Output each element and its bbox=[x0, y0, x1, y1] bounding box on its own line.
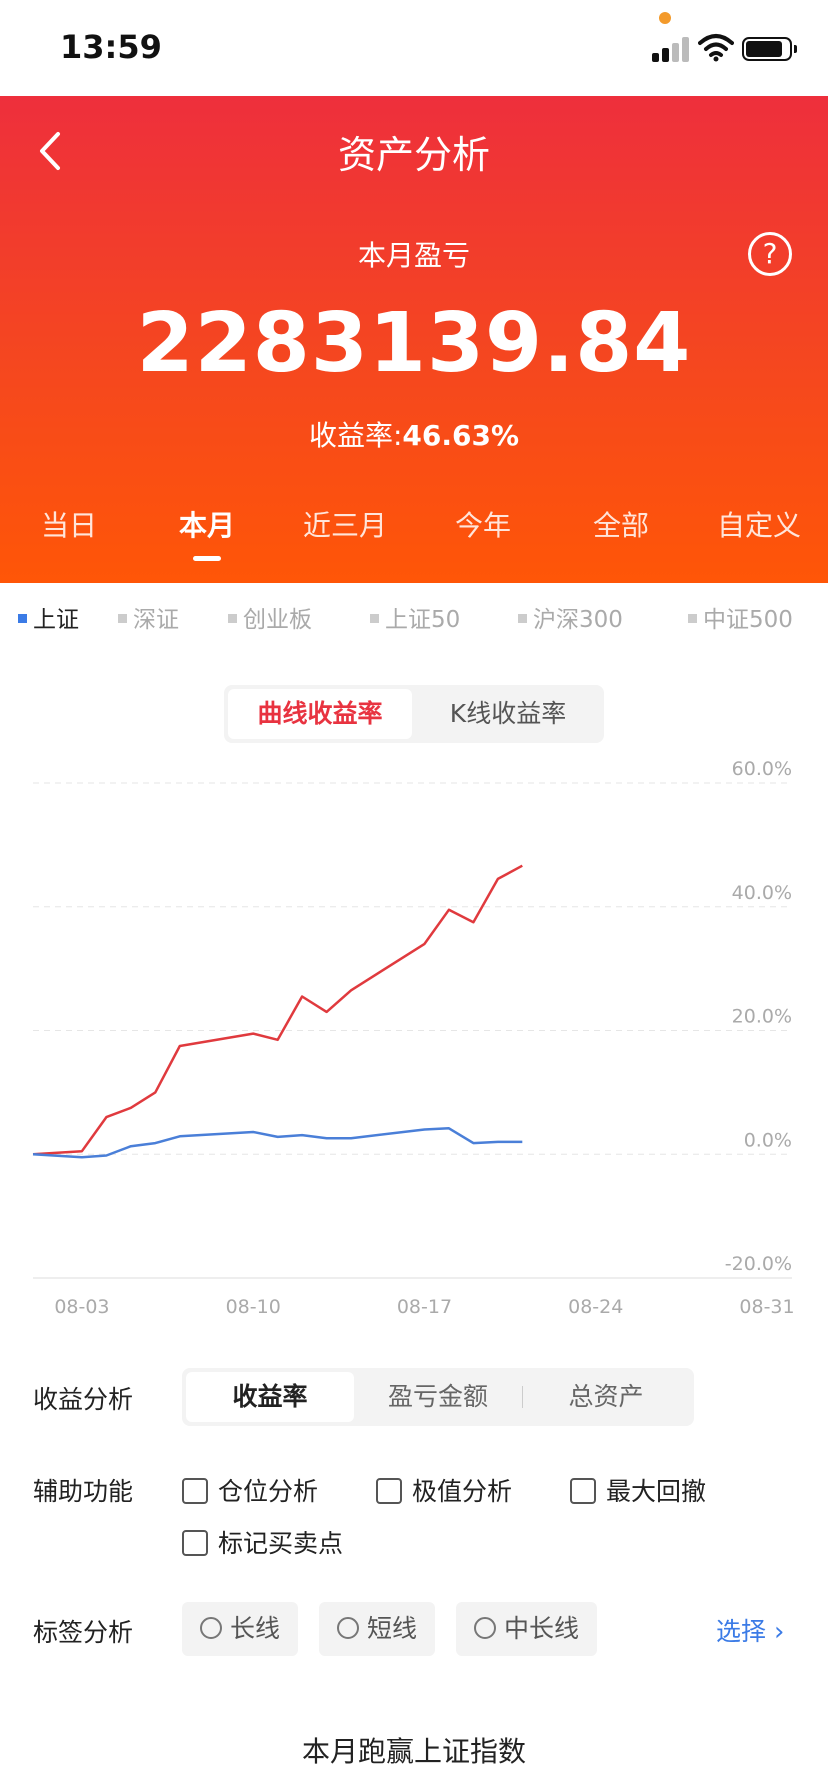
return-chart-svg: 60.0% 40.0% 20.0% 0.0% -20.0% 08-03 08-10 08-17… bbox=[32, 758, 795, 1318]
tab-label: 近三月 bbox=[302, 509, 387, 542]
legend-square-icon bbox=[688, 614, 697, 623]
tab-custom[interactable]: 自定义 bbox=[690, 504, 828, 544]
mark-trades-checkbox[interactable]: 标记买卖点 bbox=[182, 1524, 343, 1560]
period-tabs: 当日 本月 近三月 今年 全部 自定义 bbox=[0, 504, 828, 574]
tab-today[interactable]: 当日 bbox=[0, 504, 138, 544]
tab-label: 本月 bbox=[178, 509, 235, 542]
index-label: 沪深300 bbox=[533, 607, 623, 633]
tag-label: 短线 bbox=[367, 1614, 418, 1643]
index-label: 创业板 bbox=[243, 607, 312, 633]
y-tick-label: 0.0% bbox=[744, 1129, 792, 1151]
checkbox-label: 最大回撤 bbox=[606, 1477, 707, 1506]
tag-label: 中长线 bbox=[504, 1614, 580, 1643]
wifi-icon bbox=[698, 34, 734, 62]
cellular-signal-icon bbox=[652, 36, 690, 62]
profit-value: 2283139.84 bbox=[136, 296, 692, 391]
y-tick-label: 40.0% bbox=[732, 882, 792, 904]
position-analysis-checkbox[interactable]: 仓位分析 bbox=[182, 1472, 318, 1508]
checkbox-label: 仓位分析 bbox=[218, 1477, 319, 1506]
y-tick-label: 20.0% bbox=[732, 1006, 792, 1028]
kline-return-toggle[interactable]: K线收益率 bbox=[416, 689, 600, 739]
extreme-analysis-checkbox[interactable]: 极值分析 bbox=[376, 1472, 512, 1508]
radio-icon bbox=[337, 1617, 359, 1639]
index-return-line bbox=[32, 1127, 523, 1159]
tab-label: 自定义 bbox=[716, 509, 801, 542]
x-tick-label: 08-10 bbox=[226, 1296, 281, 1318]
index-label: 深证 bbox=[133, 607, 179, 633]
aux-functions-label: 辅助功能 bbox=[33, 1477, 134, 1506]
legend-square-icon bbox=[18, 614, 27, 623]
header: 资产分析 本月盈亏 ? 2283139.84 收益率:46.63% 当日 本月 … bbox=[0, 96, 828, 583]
tab-this-month[interactable]: 本月 bbox=[138, 504, 276, 561]
return-rate-value: 46.63% bbox=[402, 419, 520, 452]
status-bar: 13:59 bbox=[0, 0, 828, 96]
segment-total-assets[interactable]: 总资产 bbox=[522, 1372, 690, 1422]
index-label: 上证 bbox=[33, 607, 79, 633]
x-tick-label: 08-31 bbox=[739, 1296, 794, 1318]
status-time: 13:59 bbox=[60, 28, 162, 66]
radio-icon bbox=[474, 1617, 496, 1639]
x-tick-label: 08-17 bbox=[397, 1296, 452, 1318]
tab-label: 全部 bbox=[592, 509, 649, 542]
checkbox-icon bbox=[570, 1478, 596, 1504]
tag-mid-long-term[interactable]: 中长线 bbox=[456, 1602, 598, 1656]
radio-icon bbox=[200, 1617, 222, 1639]
select-label: 选择 bbox=[716, 1617, 767, 1646]
page-title: 资产分析 bbox=[337, 133, 490, 177]
x-tick-label: 08-03 bbox=[54, 1296, 109, 1318]
tag-long-term[interactable]: 长线 bbox=[182, 1602, 299, 1656]
period-profit-label: 本月盈亏 bbox=[357, 239, 470, 272]
tab-all[interactable]: 全部 bbox=[552, 504, 690, 544]
index-filter-row: 上证 深证 创业板 上证50 沪深300 中证500 bbox=[0, 600, 828, 648]
segment-profit-amount[interactable]: 盈亏金额 bbox=[354, 1372, 522, 1422]
segment-return-rate[interactable]: 收益率 bbox=[186, 1372, 354, 1422]
tag-label: 长线 bbox=[230, 1614, 281, 1643]
chevron-right-icon: › bbox=[773, 1617, 785, 1647]
privacy-indicator-dot bbox=[659, 12, 671, 24]
y-tick-label: 60.0% bbox=[732, 758, 792, 780]
legend-square-icon bbox=[228, 614, 237, 623]
max-drawdown-checkbox[interactable]: 最大回撤 bbox=[570, 1472, 706, 1508]
return-rate: 收益率:46.63% bbox=[0, 414, 828, 454]
help-icon[interactable]: ? bbox=[748, 232, 792, 276]
tab-label: 今年 bbox=[454, 509, 511, 542]
checkbox-icon bbox=[182, 1478, 208, 1504]
y-tick-label: -20.0% bbox=[725, 1253, 792, 1275]
checkbox-label: 极值分析 bbox=[412, 1477, 513, 1506]
checkbox-label: 标记买卖点 bbox=[218, 1529, 344, 1558]
x-tick-label: 08-24 bbox=[568, 1296, 623, 1318]
index-label: 上证50 bbox=[385, 607, 461, 633]
tab-this-year[interactable]: 今年 bbox=[414, 504, 552, 544]
profit-analysis-segment: 收益率 盈亏金额 总资产 bbox=[182, 1368, 694, 1426]
legend-square-icon bbox=[118, 614, 127, 623]
battery-icon bbox=[742, 37, 797, 61]
index-sse50[interactable]: 上证50 bbox=[370, 600, 460, 634]
profit-analysis-label: 收益分析 bbox=[33, 1385, 134, 1414]
index-csi500[interactable]: 中证500 bbox=[688, 600, 793, 634]
tag-analysis-label: 标签分析 bbox=[33, 1618, 134, 1647]
portfolio-return-line bbox=[32, 864, 523, 1156]
chart-type-toggle: 曲线收益率 K线收益率 bbox=[224, 685, 604, 743]
tab-label: 当日 bbox=[40, 509, 97, 542]
tag-short-term[interactable]: 短线 bbox=[319, 1602, 436, 1656]
return-rate-label: 收益率: bbox=[308, 419, 403, 452]
index-label: 中证500 bbox=[703, 607, 793, 633]
tab-three-months[interactable]: 近三月 bbox=[276, 504, 414, 544]
active-tab-indicator bbox=[193, 556, 221, 561]
return-chart: 60.0% 40.0% 20.0% 0.0% -20.0% 08-03 08-10 08-17… bbox=[0, 745, 828, 1325]
index-shenzhen[interactable]: 深证 bbox=[118, 600, 179, 634]
legend-square-icon bbox=[518, 614, 527, 623]
index-shanghai[interactable]: 上证 bbox=[18, 600, 79, 634]
curve-return-toggle[interactable]: 曲线收益率 bbox=[228, 689, 412, 739]
index-chinext[interactable]: 创业板 bbox=[228, 600, 312, 634]
checkbox-icon bbox=[376, 1478, 402, 1504]
select-tags-link[interactable]: 选择 › bbox=[716, 1612, 784, 1648]
index-csi300[interactable]: 沪深300 bbox=[518, 600, 623, 634]
checkbox-icon bbox=[182, 1530, 208, 1556]
footer-title: 本月跑赢上证指数 bbox=[301, 1735, 526, 1768]
legend-square-icon bbox=[370, 614, 379, 623]
